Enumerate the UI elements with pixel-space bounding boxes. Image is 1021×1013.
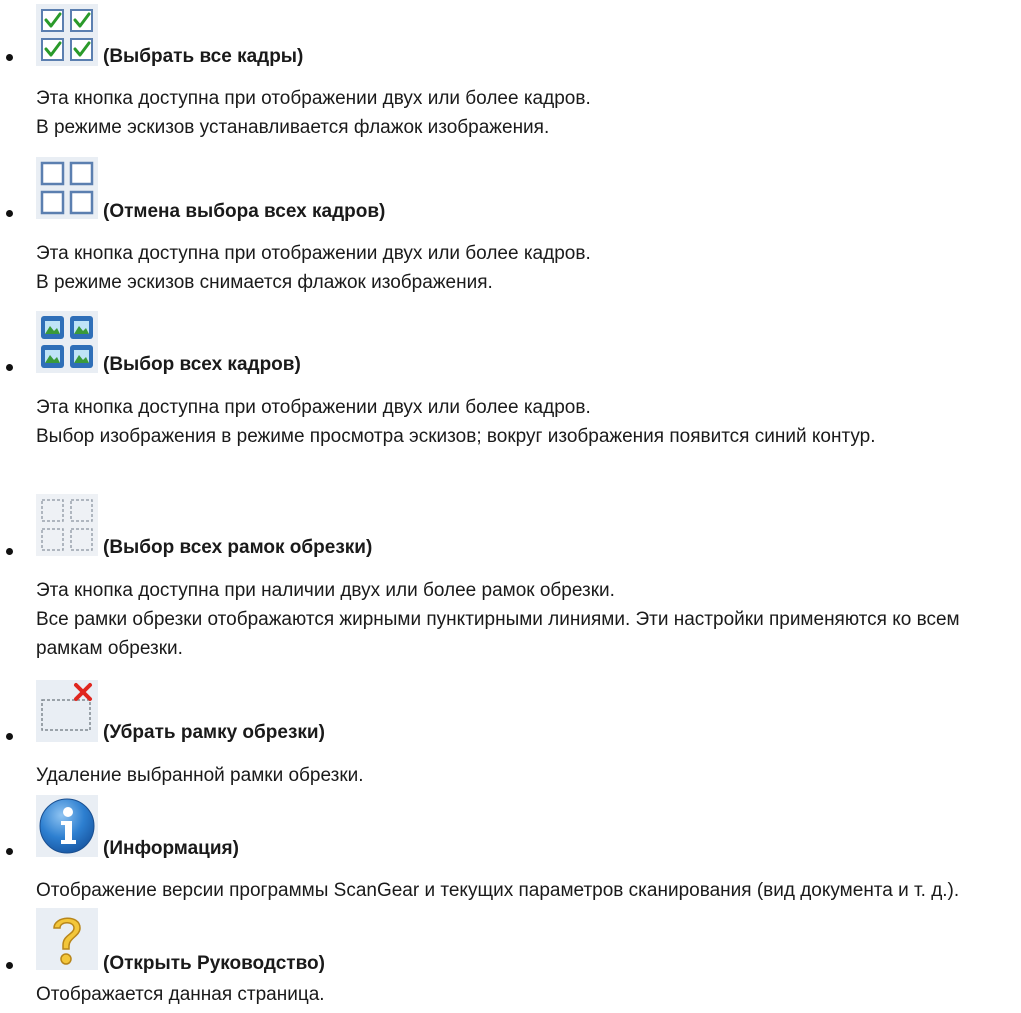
deselect-all-checkbox-icon <box>36 157 98 219</box>
information-icon <box>36 795 98 857</box>
description-line: Удаление выбранной рамки обрезки. <box>36 765 364 786</box>
item-title: (Убрать рамку обрезки) <box>103 722 325 743</box>
bullet <box>6 364 13 371</box>
item-description: Эта кнопка доступна при наличии двух или… <box>36 576 1016 663</box>
item-title: (Отмена выбора всех кадров) <box>103 201 386 222</box>
item-title: (Выбрать все кадры) <box>103 46 304 67</box>
description-line: В режиме эскизов снимается флажок изобра… <box>36 272 493 293</box>
description-line: Все рамки обрезки отображаются жирными п… <box>36 609 960 659</box>
bullet <box>6 733 13 740</box>
description-line: Эта кнопка доступна при отображении двух… <box>36 88 591 109</box>
item-description: Удаление выбранной рамки обрезки. <box>36 761 1016 790</box>
bullet <box>6 962 13 969</box>
item-title: (Открыть Руководство) <box>103 953 325 974</box>
description-line: Эта кнопка доступна при наличии двух или… <box>36 580 615 601</box>
description-line: Отображается данная страница. <box>36 984 325 1005</box>
help-guide-icon <box>36 908 98 970</box>
bullet <box>6 210 13 217</box>
item-description: Отображение версии программы ScanGear и … <box>36 876 1016 905</box>
description-line: В режиме эскизов устанавливается флажок … <box>36 117 550 138</box>
item-description: Эта кнопка доступна при отображении двух… <box>36 393 1016 451</box>
item-title: (Информация) <box>103 838 239 859</box>
description-line: Выбор изображения в режиме просмотра эск… <box>36 426 876 447</box>
item-description: Эта кнопка доступна при отображении двух… <box>36 84 1016 142</box>
item-title: (Выбор всех кадров) <box>103 354 301 375</box>
bullet <box>6 848 13 855</box>
description-line: Эта кнопка доступна при отображении двух… <box>36 243 591 264</box>
item-description: Эта кнопка доступна при отображении двух… <box>36 239 1016 297</box>
item-description: Отображается данная страница. <box>36 980 1016 1009</box>
item-title: (Выбор всех рамок обрезки) <box>103 537 373 558</box>
select-all-checkbox-icon <box>36 4 98 66</box>
bullet <box>6 54 13 61</box>
remove-crop-frame-icon <box>36 680 98 742</box>
description-line: Отображение версии программы ScanGear и … <box>36 880 960 901</box>
select-all-frames-icon <box>36 311 98 373</box>
select-all-crop-frames-icon <box>36 494 98 556</box>
description-line: Эта кнопка доступна при отображении двух… <box>36 397 591 418</box>
bullet <box>6 548 13 555</box>
